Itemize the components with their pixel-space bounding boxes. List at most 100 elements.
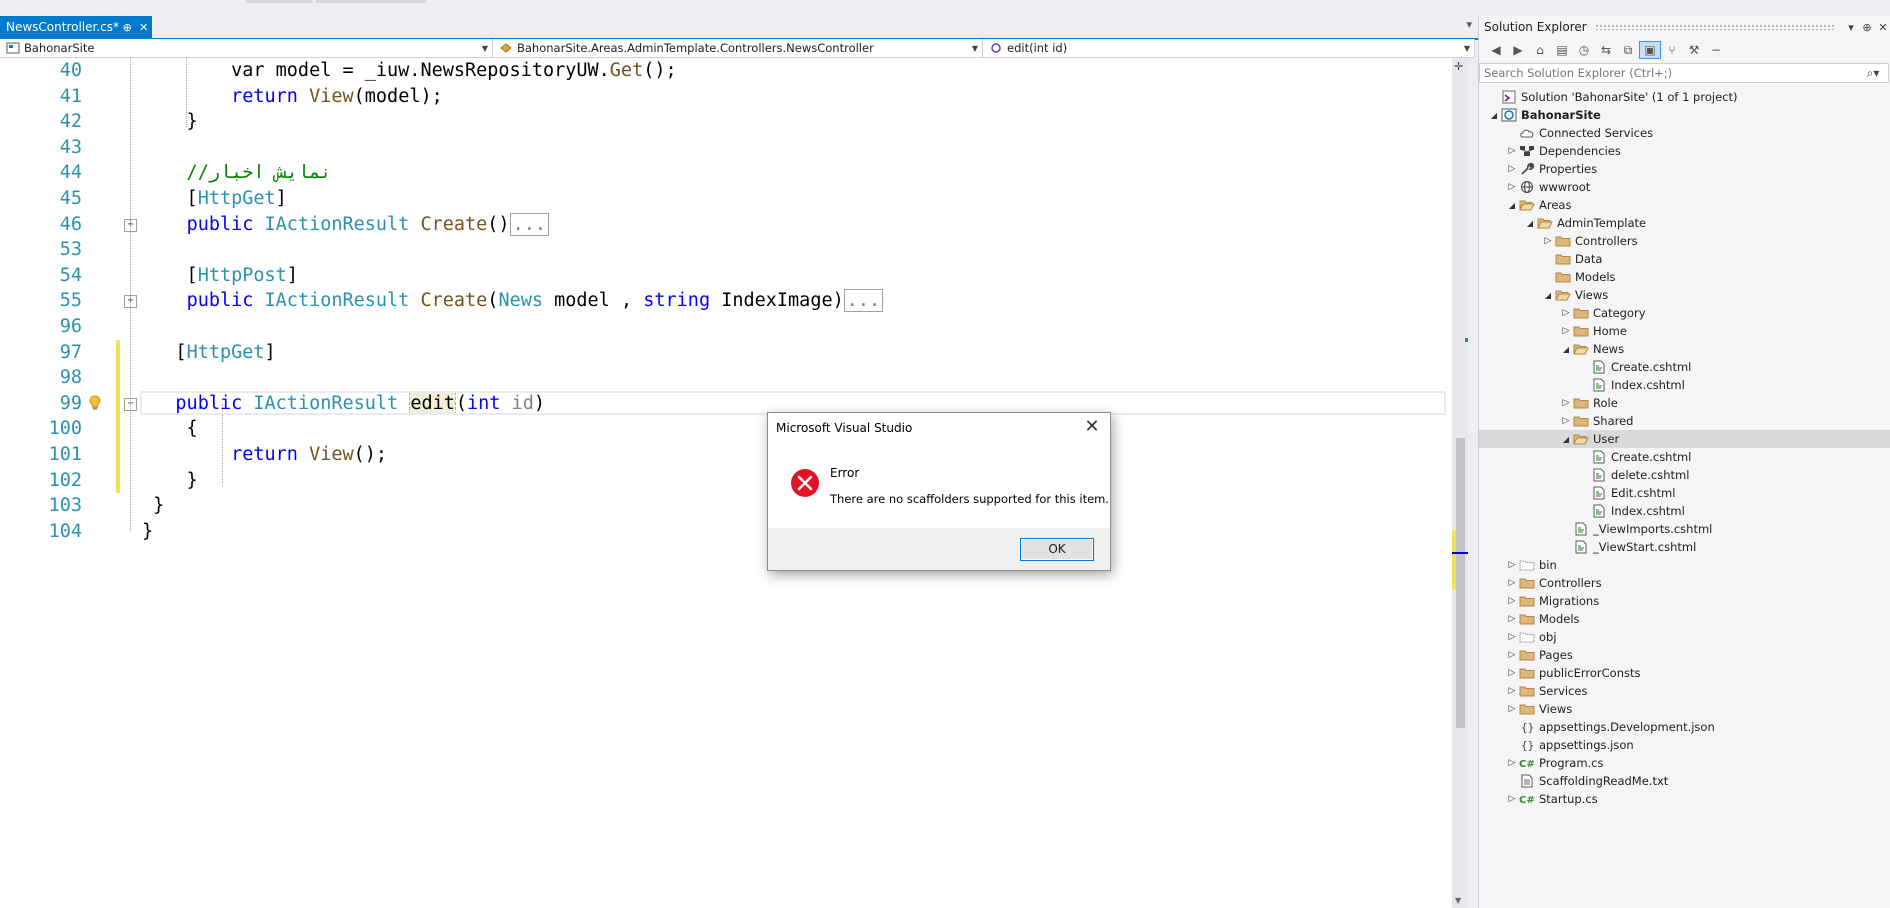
- tree-item[interactable]: Index.cshtml: [1479, 502, 1890, 520]
- tree-item[interactable]: ▷ Migrations: [1479, 592, 1890, 610]
- solution-explorer-search[interactable]: ⌕▾: [1479, 63, 1889, 83]
- close-icon[interactable]: ✕: [136, 21, 152, 34]
- sync-icon[interactable]: ⇆: [1595, 41, 1617, 59]
- collapsed-region[interactable]: ...: [509, 212, 549, 236]
- expand-arrow-icon[interactable]: ▷: [1505, 794, 1519, 804]
- home-icon[interactable]: ⌂: [1529, 41, 1551, 59]
- collapse-arrow-icon[interactable]: ◢: [1559, 345, 1573, 354]
- tree-item[interactable]: ▷ wwwroot: [1479, 178, 1890, 196]
- tree-item[interactable]: ▷ Controllers: [1479, 232, 1890, 250]
- tab-list-dropdown-icon[interactable]: ▾: [1466, 18, 1472, 31]
- tree-item[interactable]: _ViewStart.cshtml: [1479, 538, 1890, 556]
- tree-item[interactable]: Index.cshtml: [1479, 376, 1890, 394]
- tree-item[interactable]: ▷ Dependencies: [1479, 142, 1890, 160]
- tree-item[interactable]: ▷ Views: [1479, 700, 1890, 718]
- tree-item[interactable]: ▷ C# Startup.cs: [1479, 790, 1890, 808]
- lightbulb-icon[interactable]: [88, 395, 102, 411]
- tree-item[interactable]: ▷ Category: [1479, 304, 1890, 322]
- minus-icon[interactable]: −: [1705, 41, 1727, 59]
- expand-arrow-icon[interactable]: ▷: [1559, 398, 1573, 408]
- tree-item[interactable]: Edit.cshtml: [1479, 484, 1890, 502]
- expand-arrow-icon[interactable]: ▷: [1505, 578, 1519, 588]
- show-all-files-icon[interactable]: ▣: [1639, 41, 1661, 59]
- tree-item[interactable]: ▷ Services: [1479, 682, 1890, 700]
- collapsed-region[interactable]: ...: [843, 289, 884, 313]
- tree-item[interactable]: Data: [1479, 250, 1890, 268]
- tree-item[interactable]: ▷ Properties: [1479, 160, 1890, 178]
- project-dropdown[interactable]: BahonarSite ▼: [0, 39, 493, 57]
- tree-item[interactable]: ▷ Role: [1479, 394, 1890, 412]
- expand-arrow-icon[interactable]: ▷: [1505, 614, 1519, 624]
- tree-item[interactable]: ◢ User: [1479, 430, 1890, 448]
- tree-item[interactable]: _ViewImports.cshtml: [1479, 520, 1890, 538]
- expand-arrow-icon[interactable]: ▷: [1505, 632, 1519, 642]
- filter-icon[interactable]: ⑂: [1661, 41, 1683, 59]
- tree-item[interactable]: Models: [1479, 268, 1890, 286]
- tree-item[interactable]: ◢ AdminTemplate: [1479, 214, 1890, 232]
- tree-item[interactable]: Create.cshtml: [1479, 448, 1890, 466]
- collapse-arrow-icon[interactable]: ◢: [1541, 291, 1555, 300]
- ok-button[interactable]: OK: [1020, 538, 1094, 561]
- collapse-arrow-icon[interactable]: ◢: [1487, 111, 1501, 120]
- tree-item[interactable]: Solution 'BahonarSite' (1 of 1 project): [1479, 88, 1890, 106]
- document-tab[interactable]: NewsController.cs* ⊕ ✕: [0, 16, 152, 38]
- tree-item[interactable]: ▷ obj: [1479, 628, 1890, 646]
- tree-item[interactable]: ▷ bin: [1479, 556, 1890, 574]
- collapse-arrow-icon[interactable]: ◢: [1523, 219, 1537, 228]
- scrollbar-thumb[interactable]: [1456, 438, 1465, 728]
- expand-arrow-icon[interactable]: ▷: [1559, 326, 1573, 336]
- tree-item[interactable]: ScaffoldingReadMe.txt: [1479, 772, 1890, 790]
- member-dropdown[interactable]: edit(int id) ▼: [983, 39, 1475, 57]
- tree-item[interactable]: ◢ News: [1479, 340, 1890, 358]
- collapse-arrow-icon[interactable]: ◢: [1559, 435, 1573, 444]
- tree-item[interactable]: ◢ Views: [1479, 286, 1890, 304]
- expand-arrow-icon[interactable]: ▷: [1505, 596, 1519, 606]
- back-icon[interactable]: ◀: [1485, 41, 1507, 59]
- expand-arrow-icon[interactable]: ▷: [1505, 686, 1519, 696]
- tree-item[interactable]: ▷ Pages: [1479, 646, 1890, 664]
- tree-item[interactable]: Connected Services: [1479, 124, 1890, 142]
- switch-views-icon[interactable]: ▤: [1551, 41, 1573, 59]
- search-icon[interactable]: ⌕▾: [1858, 66, 1888, 81]
- expand-arrow-icon[interactable]: ▷: [1505, 560, 1519, 570]
- tree-item[interactable]: {} appsettings.json: [1479, 736, 1890, 754]
- tree-item[interactable]: ▷ publicErrorConsts: [1479, 664, 1890, 682]
- collapse-all-icon[interactable]: ⧉: [1617, 41, 1639, 59]
- close-icon[interactable]: ✕: [1082, 416, 1102, 437]
- expand-arrow-icon[interactable]: ▷: [1541, 236, 1555, 246]
- expand-arrow-icon[interactable]: ▷: [1505, 164, 1519, 174]
- search-input[interactable]: [1480, 65, 1858, 81]
- tree-item[interactable]: ▷ Models: [1479, 610, 1890, 628]
- tree-item[interactable]: Create.cshtml: [1479, 358, 1890, 376]
- collapse-arrow-icon[interactable]: ◢: [1505, 201, 1519, 210]
- expand-arrow-icon[interactable]: ▷: [1505, 146, 1519, 156]
- expand-arrow-icon[interactable]: ▷: [1505, 650, 1519, 660]
- properties-icon[interactable]: ⚒: [1683, 41, 1705, 59]
- tree-item[interactable]: ▷ Controllers: [1479, 574, 1890, 592]
- expand-arrow-icon[interactable]: ▷: [1559, 308, 1573, 318]
- expand-arrow-icon[interactable]: ▷: [1559, 416, 1573, 426]
- tree-item[interactable]: ▷ Home: [1479, 322, 1890, 340]
- class-dropdown[interactable]: BahonarSite.Areas.AdminTemplate.Controll…: [493, 39, 983, 57]
- editor-vertical-scrollbar[interactable]: ✛ ▼: [1452, 58, 1468, 908]
- pin-icon[interactable]: ⊕: [119, 21, 135, 34]
- scroll-down-icon[interactable]: ▼: [1455, 896, 1461, 905]
- pin-icon[interactable]: ⊕: [1859, 21, 1875, 34]
- tree-item[interactable]: ▷ Shared: [1479, 412, 1890, 430]
- expand-arrow-icon[interactable]: ▷: [1505, 182, 1519, 192]
- pending-changes-icon[interactable]: ◷: [1573, 41, 1595, 59]
- tree-item[interactable]: {} appsettings.Development.json: [1479, 718, 1890, 736]
- expand-arrow-icon[interactable]: ▷: [1505, 668, 1519, 678]
- close-icon[interactable]: ✕: [1875, 21, 1890, 34]
- tree-item[interactable]: ◢ Areas: [1479, 196, 1890, 214]
- code-editor[interactable]: 40 var model = _iuw.NewsRepositoryUW.Get…: [0, 58, 1452, 908]
- forward-icon[interactable]: ▶: [1507, 41, 1529, 59]
- tree-item[interactable]: ▷ C# Program.cs: [1479, 754, 1890, 772]
- tree-item[interactable]: delete.cshtml: [1479, 466, 1890, 484]
- expand-arrow-icon[interactable]: ▷: [1505, 704, 1519, 714]
- tree-item[interactable]: ◢ BahonarSite: [1479, 106, 1890, 124]
- dropdown-icon[interactable]: ▾: [1843, 21, 1859, 34]
- drag-handle[interactable]: [1594, 24, 1835, 30]
- expand-arrow-icon[interactable]: ▷: [1505, 758, 1519, 768]
- split-icon[interactable]: ✛: [1454, 60, 1463, 73]
